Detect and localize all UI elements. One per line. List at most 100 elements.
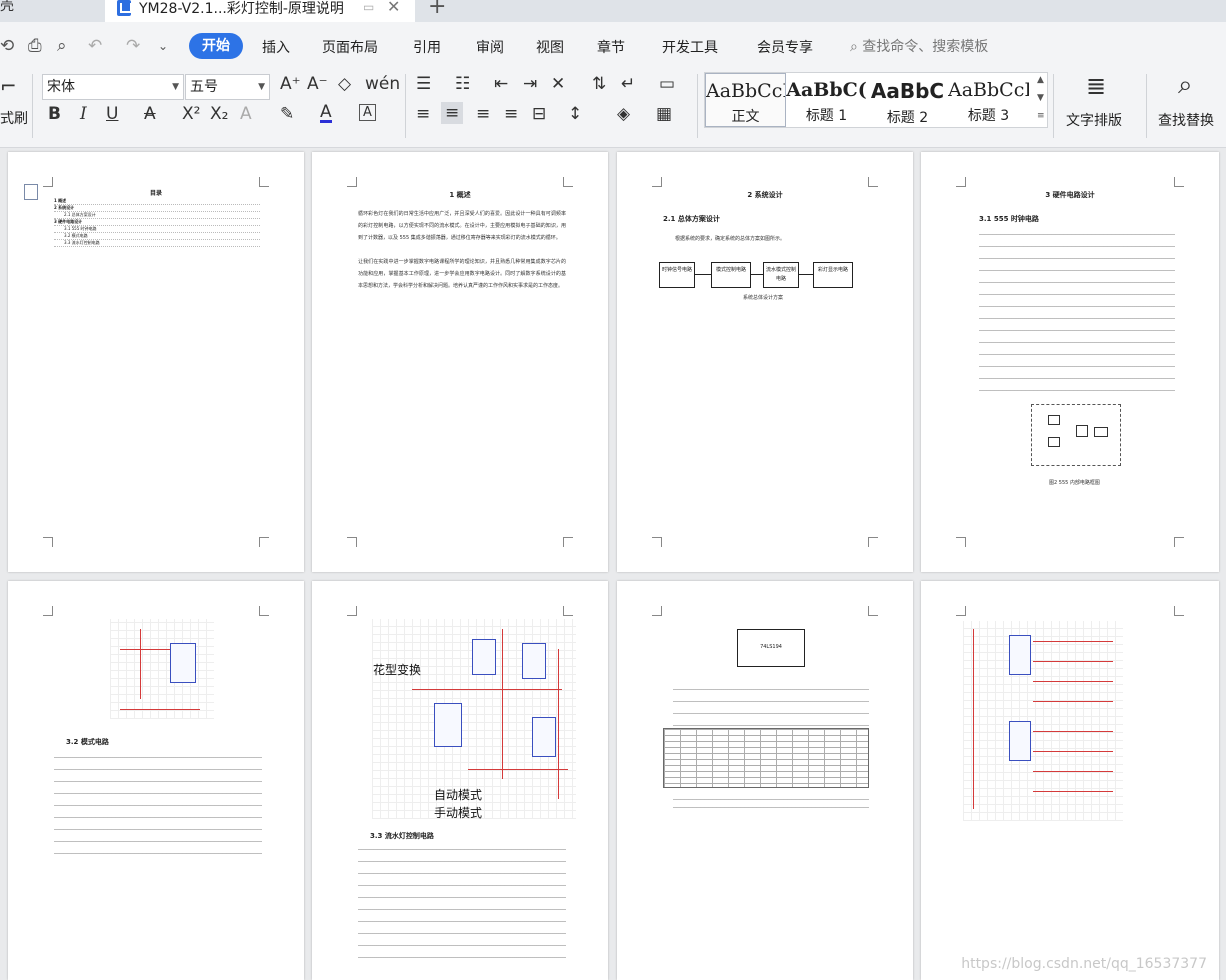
page-3[interactable]: 2 系统设计 2.1 总体方案设计 根据系统的要求，确定系统的总体方案如图所示。… xyxy=(617,152,913,572)
format-painter-icon[interactable]: ⌐ xyxy=(0,74,17,98)
tab-developer[interactable]: 开发工具 xyxy=(662,37,718,57)
block-mode: 模式控制电路 xyxy=(711,262,751,288)
toc-item[interactable]: 3.1 555 时钟电路 xyxy=(54,226,260,233)
decrease-font-icon[interactable]: A⁻ xyxy=(307,74,328,94)
block-clock: 时钟信号电路 xyxy=(659,262,695,288)
print-icon[interactable]: ⎙ xyxy=(28,36,42,56)
schematic-led-circuit xyxy=(963,621,1123,821)
tab-references[interactable]: 引用 xyxy=(413,37,441,57)
more-styles-icon[interactable]: ≡ xyxy=(1037,111,1045,121)
style-sample: AaBbC( xyxy=(786,79,867,101)
italic-icon[interactable]: I xyxy=(80,104,87,124)
tab-section[interactable]: 章节 xyxy=(597,37,625,57)
page-7[interactable]: 74LS194 xyxy=(617,581,913,980)
section-heading: 2.1 总体方案设计 xyxy=(663,215,720,223)
paragraph-body xyxy=(54,757,262,857)
style-normal[interactable]: AaBbCcI 正文 xyxy=(705,73,786,127)
chevron-down-icon[interactable]: ⌄ xyxy=(158,39,168,53)
page-8[interactable]: https://blog.csdn.net/qq_16537377 xyxy=(921,581,1219,980)
page-2[interactable]: 1 概述 循环彩色灯在我们的日常生活中应用广泛，并且深受人们的喜爱。因此设计一种… xyxy=(312,152,608,572)
style-gallery: AaBbCcI 正文 AaBbC(标题 1 AaBbC 标题 2 AaBbCcI 标题… xyxy=(704,72,1048,128)
schematic-clock-circuit xyxy=(110,619,214,719)
justify-icon[interactable]: ≡ xyxy=(504,104,518,124)
bullet-list-icon[interactable]: ☰ xyxy=(416,74,431,94)
toc-item[interactable]: 1 概述 xyxy=(54,198,260,205)
tab-stops-icon[interactable]: ▭ xyxy=(659,74,675,94)
align-left-icon[interactable]: ≡ xyxy=(416,104,430,124)
scroll-down-icon[interactable]: ▼ xyxy=(1037,93,1044,103)
tab-insert[interactable]: 插入 xyxy=(262,37,290,57)
text-layout-button[interactable]: 文字排版 xyxy=(1066,110,1122,130)
style-sample: AaBbCcI xyxy=(706,80,785,102)
indent-icon[interactable]: ⇥ xyxy=(523,74,537,94)
numbered-list-icon[interactable]: ☷ xyxy=(455,74,470,94)
sort-icon[interactable]: ⇅ xyxy=(592,74,606,94)
tab-previous[interactable]: 壳 xyxy=(0,0,14,22)
align-right-icon[interactable]: ≡ xyxy=(476,104,490,124)
show-marks-icon[interactable]: ↵ xyxy=(621,74,635,94)
undo-icon[interactable]: ↶ xyxy=(88,36,102,56)
print-preview-icon[interactable]: ⌕ xyxy=(57,36,67,56)
chinese-layout-icon[interactable]: ✕ xyxy=(551,74,565,94)
tab-document[interactable]: YM28-V2.1...彩灯控制-原理说明 ▭ ✕ xyxy=(105,0,415,22)
font-size-select[interactable]: 五号 ▼ xyxy=(185,74,270,100)
redo-icon[interactable]: ↷ xyxy=(126,36,140,56)
toc-item[interactable]: 2.1 总体方案设计 xyxy=(54,212,260,219)
toc-item[interactable]: 2 系统设计 xyxy=(54,205,260,212)
align-center-icon[interactable]: ≡ xyxy=(441,102,464,124)
page-heading: 2 系统设计 xyxy=(747,191,783,199)
font-color-icon[interactable]: A xyxy=(320,104,332,123)
ribbon-toolbar: ⌐ 式刷 宋体 ▼ 五号 ▼ A⁺ A⁻ ◇ wén B I U A X² X₂ A… xyxy=(0,68,1226,148)
command-search[interactable]: ⌕ 查找命令、搜索模板 xyxy=(850,36,988,56)
tab-home[interactable]: 开始 xyxy=(189,33,243,59)
page-4[interactable]: 3 硬件电路设计 3.1 555 时钟电路 图2 555 内部电路框图 xyxy=(921,152,1219,572)
toc-item[interactable]: 3 硬件电路设计 xyxy=(54,219,260,226)
toc-item[interactable]: 3.2 模式电路 xyxy=(54,233,260,240)
text-layout-icon[interactable]: ≣ xyxy=(1086,72,1106,100)
shading-icon[interactable]: ◈ xyxy=(617,104,630,124)
block-flow: 流水模式控制电路 xyxy=(763,262,799,288)
style-heading1[interactable]: AaBbC(标题 1 xyxy=(786,73,867,127)
tab-view[interactable]: 视图 xyxy=(536,37,564,57)
strikethrough-icon[interactable]: A xyxy=(144,104,156,124)
close-tab-button[interactable]: ✕ xyxy=(387,0,400,16)
style-sample: AaBbC xyxy=(870,79,945,103)
subscript-icon[interactable]: X₂ xyxy=(210,104,228,124)
underline-icon[interactable]: U xyxy=(106,104,118,124)
char-border-icon[interactable]: A xyxy=(359,104,376,121)
document-canvas[interactable]: 目录 1 概述 2 系统设计 2.1 总体方案设计 3 硬件电路设计 3.1 5… xyxy=(0,149,1226,980)
outdent-icon[interactable]: ⇤ xyxy=(494,74,508,94)
page-6[interactable]: 花型变换 自动模式 手动模式 3.3 流水灯控制电路 xyxy=(312,581,608,980)
pin-icon[interactable]: ▭ xyxy=(363,0,374,14)
tab-review[interactable]: 审阅 xyxy=(476,37,504,57)
clear-format-icon[interactable]: ◇ xyxy=(338,74,351,94)
new-tab-button[interactable]: + xyxy=(428,0,446,19)
page-5[interactable]: 3.2 模式电路 xyxy=(8,581,304,980)
divider xyxy=(697,74,698,138)
style-heading2[interactable]: AaBbC 标题 2 xyxy=(867,73,948,127)
divider xyxy=(1146,74,1147,138)
font-family-select[interactable]: 宋体 ▼ xyxy=(42,74,184,100)
style-label: 标题 2 xyxy=(886,110,929,126)
divider xyxy=(1053,74,1054,138)
bold-icon[interactable]: B xyxy=(48,104,61,124)
distributed-icon[interactable]: ⊟ xyxy=(532,104,546,124)
increase-font-icon[interactable]: A⁺ xyxy=(280,74,301,94)
label-pattern-switch: 花型变换 xyxy=(373,663,422,677)
tab-member[interactable]: 会员专享 xyxy=(757,37,813,57)
find-replace-button[interactable]: 查找替换 xyxy=(1158,110,1214,130)
tab-page-layout[interactable]: 页面布局 xyxy=(322,37,378,57)
phonetic-icon[interactable]: wén xyxy=(365,74,400,94)
toc-item[interactable]: 3.3 流水灯控制电路 xyxy=(54,240,260,247)
highlight-icon[interactable]: ✎ xyxy=(280,104,294,124)
scroll-up-icon[interactable]: ▲ xyxy=(1037,75,1044,85)
line-spacing-icon[interactable]: ↕ xyxy=(568,104,582,124)
redo-link-icon[interactable]: ⟲ xyxy=(0,36,14,56)
borders-icon[interactable]: ▦ xyxy=(656,104,672,124)
text-effect-icon[interactable]: A xyxy=(240,104,252,124)
style-heading3[interactable]: AaBbCcI 标题 3 xyxy=(948,73,1029,127)
superscript-icon[interactable]: X² xyxy=(182,104,200,124)
page-1[interactable]: 目录 1 概述 2 系统设计 2.1 总体方案设计 3 硬件电路设计 3.1 5… xyxy=(8,152,304,572)
format-painter-label[interactable]: 式刷 xyxy=(0,108,28,128)
search-icon[interactable]: ⌕ xyxy=(1178,70,1193,101)
